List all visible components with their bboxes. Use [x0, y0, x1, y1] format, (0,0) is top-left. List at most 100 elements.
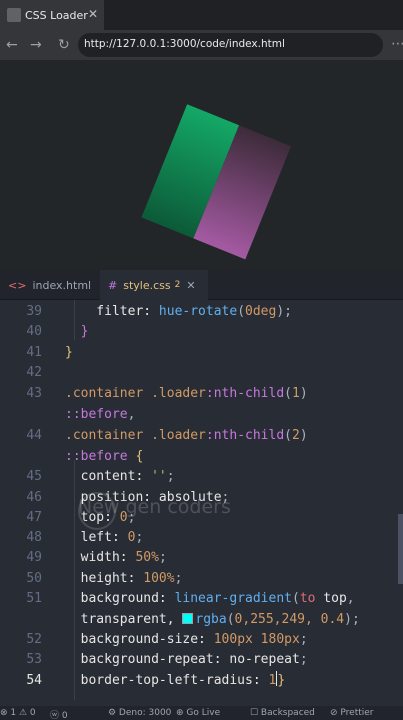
code-line[interactable]: 49 width: 50%;	[0, 548, 403, 568]
line-number: 44	[26, 428, 42, 443]
code-token: 1	[268, 673, 277, 688]
problem-count-badge: 2	[174, 280, 181, 290]
code-line[interactable]: transparent, rgba(0,255,249, 0.4);	[0, 610, 403, 630]
code-token: ::before	[65, 449, 136, 464]
tab-style-css[interactable]: # style.css 2 ✕	[100, 270, 208, 300]
code-line[interactable]: 48 left: 0;	[0, 528, 403, 548]
code-token: rgba	[195, 612, 227, 627]
code-line[interactable]: ::before {	[0, 447, 403, 467]
address-bar[interactable]: http://127.0.0.1:3000/code/index.html	[78, 33, 383, 57]
code-token: 1	[292, 386, 300, 401]
code-text[interactable]: border-top-left-radius: 1}	[65, 671, 285, 691]
code-token: ,	[346, 591, 355, 606]
code-token: background:	[65, 591, 175, 606]
code-line[interactable]: 39 filter: hue-rotate(0deg);	[0, 302, 403, 322]
close-tab-icon[interactable]: ✕	[88, 7, 98, 21]
code-line[interactable]: 53 background-repeat: no-repeat;	[0, 650, 403, 670]
code-text[interactable]: left: 0;	[65, 528, 144, 548]
code-text[interactable]: }	[65, 322, 89, 342]
code-token: ,	[127, 407, 136, 422]
status-item[interactable]: ☐ Backspaced	[250, 708, 315, 718]
status-item[interactable]: ⊗ 1 ⚠ 0	[0, 708, 36, 718]
code-text[interactable]: background-repeat: no-repeat;	[65, 650, 308, 670]
browser-tab[interactable]: CSS Loader ✕	[0, 0, 104, 30]
code-line[interactable]: 54 border-top-left-radius: 1}	[0, 671, 403, 691]
reload-icon[interactable]: ↻	[58, 36, 70, 54]
code-text[interactable]: width: 50%;	[65, 548, 167, 568]
color-swatch-icon[interactable]	[182, 613, 194, 624]
editor-tab-bar: <> index.html # style.css 2 ✕	[0, 270, 403, 300]
code-token: (	[284, 428, 292, 443]
code-text[interactable]: content: '';	[65, 467, 175, 487]
code-text[interactable]: filter: hue-rotate(0deg);	[65, 302, 292, 322]
code-token: (	[291, 591, 300, 606]
code-text[interactable]: background-size: 100px 180px;	[65, 630, 308, 650]
code-token: :nth-child	[205, 428, 285, 443]
page-preview	[0, 60, 403, 270]
close-tab-icon[interactable]: ✕	[186, 279, 195, 292]
code-token: }	[65, 324, 89, 339]
tab-index-html[interactable]: <> index.html	[0, 270, 100, 300]
code-line[interactable]: 50 height: 100%;	[0, 569, 403, 589]
code-token: ;	[166, 469, 175, 484]
code-text[interactable]: .container .loader:nth-child(2)	[65, 426, 308, 446]
status-item[interactable]: ⚙ Deno: 3000	[108, 708, 171, 718]
code-token: 50%	[135, 550, 159, 565]
code-token: top	[315, 591, 347, 606]
code-line[interactable]: 40 }	[0, 322, 403, 342]
tab-label: index.html	[32, 278, 92, 292]
status-item[interactable]: ⊕ Go Live	[176, 708, 220, 718]
line-number: 39	[26, 304, 42, 319]
code-token: left:	[65, 530, 128, 545]
line-number: 50	[26, 571, 42, 586]
css-file-icon: #	[108, 278, 118, 292]
code-token: 0,255,249, 0.4	[234, 612, 345, 627]
line-number: 48	[26, 530, 42, 545]
code-text[interactable]: transparent, rgba(0,255,249, 0.4);	[65, 610, 360, 630]
code-line[interactable]: 41}	[0, 343, 403, 363]
code-token: ''	[151, 469, 167, 484]
code-token: 100px 180px	[213, 632, 300, 647]
line-number: 52	[26, 632, 42, 647]
code-text[interactable]: height: 100%;	[65, 569, 183, 589]
code-text[interactable]: .container .loader:nth-child(1)	[65, 384, 308, 404]
html-file-icon: <>	[8, 278, 27, 292]
loader-animation	[141, 104, 292, 260]
code-text[interactable]: ::before,	[65, 405, 135, 425]
line-number: 45	[26, 469, 42, 484]
line-number: 47	[26, 510, 42, 525]
code-text[interactable]: }	[65, 343, 73, 363]
tab-label: style.css	[123, 278, 171, 292]
code-text[interactable]: background: linear-gradient(to top,	[65, 589, 355, 609]
code-line[interactable]: 51 background: linear-gradient(to top,	[0, 589, 403, 609]
code-token: height:	[65, 571, 144, 586]
more-menu-icon[interactable]: ⋯	[391, 36, 403, 52]
code-line[interactable]: 42	[0, 363, 403, 383]
line-number: 49	[26, 550, 42, 565]
code-line[interactable]: 43 .container .loader:nth-child(1)	[0, 384, 403, 404]
code-token: 0deg	[245, 304, 277, 319]
code-token: (	[237, 304, 246, 319]
editor-scrollbar[interactable]	[398, 514, 403, 584]
code-line[interactable]: 52 background-size: 100px 180px;	[0, 630, 403, 650]
forward-arrow-icon[interactable]: →	[30, 36, 42, 54]
code-line[interactable]: ::before,	[0, 405, 403, 425]
code-token: );	[344, 612, 360, 627]
line-number: 53	[26, 652, 42, 667]
url-text[interactable]: http://127.0.0.1:3000/code/index.html	[84, 38, 285, 50]
code-token: )	[299, 428, 308, 443]
code-token: (	[284, 386, 292, 401]
code-token: :nth-child	[205, 386, 285, 401]
code-token: ;	[299, 632, 308, 647]
status-item[interactable]: ⓦ 0	[50, 708, 68, 720]
code-token: width:	[65, 550, 136, 565]
back-arrow-icon[interactable]: ←	[6, 36, 18, 54]
code-line[interactable]: 44 .container .loader:nth-child(2)	[0, 426, 403, 446]
code-token: ;	[158, 550, 167, 565]
line-number: 46	[26, 490, 42, 505]
code-token: filter:	[65, 304, 159, 319]
status-item[interactable]: ⊘ Prettier	[330, 708, 374, 718]
code-line[interactable]: 45 content: '';	[0, 467, 403, 487]
code-token: .container .loader	[65, 428, 206, 443]
code-text[interactable]: ::before {	[65, 447, 143, 467]
